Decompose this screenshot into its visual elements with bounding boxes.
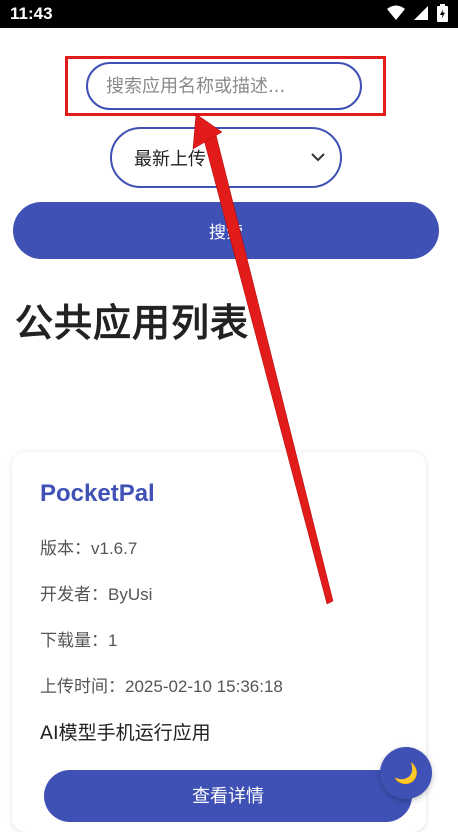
- battery-icon: [437, 4, 448, 22]
- app-upload-time-label: 上传时间：: [40, 677, 125, 697]
- app-version-label: 版本：: [40, 539, 91, 559]
- app-version: 版本：v1.6.7: [40, 534, 137, 559]
- sort-select[interactable]: 最新上传: [110, 127, 342, 188]
- moon-icon: 🌙: [393, 761, 419, 785]
- status-bar: 11:43: [0, 0, 458, 28]
- signal-icon: [414, 6, 428, 20]
- app-description: AI模型手机运行应用: [40, 722, 211, 744]
- app-developer-label: 开发者：: [40, 585, 108, 605]
- sort-select-value: 最新上传: [134, 148, 206, 170]
- app-version-value: v1.6.7: [91, 539, 138, 558]
- app-upload-time: 上传时间：2025-02-10 15:36:18: [40, 672, 283, 697]
- view-details-label: 查看详情: [192, 786, 264, 807]
- app-card: PocketPal 版本：v1.6.7 开发者：ByUsi 下载量：1 上传时间…: [12, 452, 426, 832]
- search-button[interactable]: 搜索: [13, 202, 439, 259]
- app-upload-time-value: 2025-02-10 15:36:18: [125, 677, 283, 696]
- page-title: 公共应用列表: [15, 301, 250, 345]
- app-developer: 开发者：ByUsi: [40, 580, 152, 605]
- wifi-icon: [387, 5, 405, 20]
- app-downloads-value: 1: [108, 631, 118, 650]
- chevron-down-icon: [311, 153, 325, 162]
- app-downloads: 下载量：1: [40, 626, 117, 651]
- search-button-label: 搜索: [209, 223, 243, 243]
- app-downloads-label: 下载量：: [40, 631, 108, 651]
- status-icons: [387, 4, 448, 22]
- view-details-button[interactable]: 查看详情: [44, 770, 412, 822]
- app-developer-value: ByUsi: [108, 585, 153, 604]
- theme-toggle-button[interactable]: 🌙: [380, 747, 432, 799]
- status-time: 11:43: [10, 4, 53, 23]
- app-name[interactable]: PocketPal: [40, 480, 155, 508]
- highlight-box: [65, 56, 386, 116]
